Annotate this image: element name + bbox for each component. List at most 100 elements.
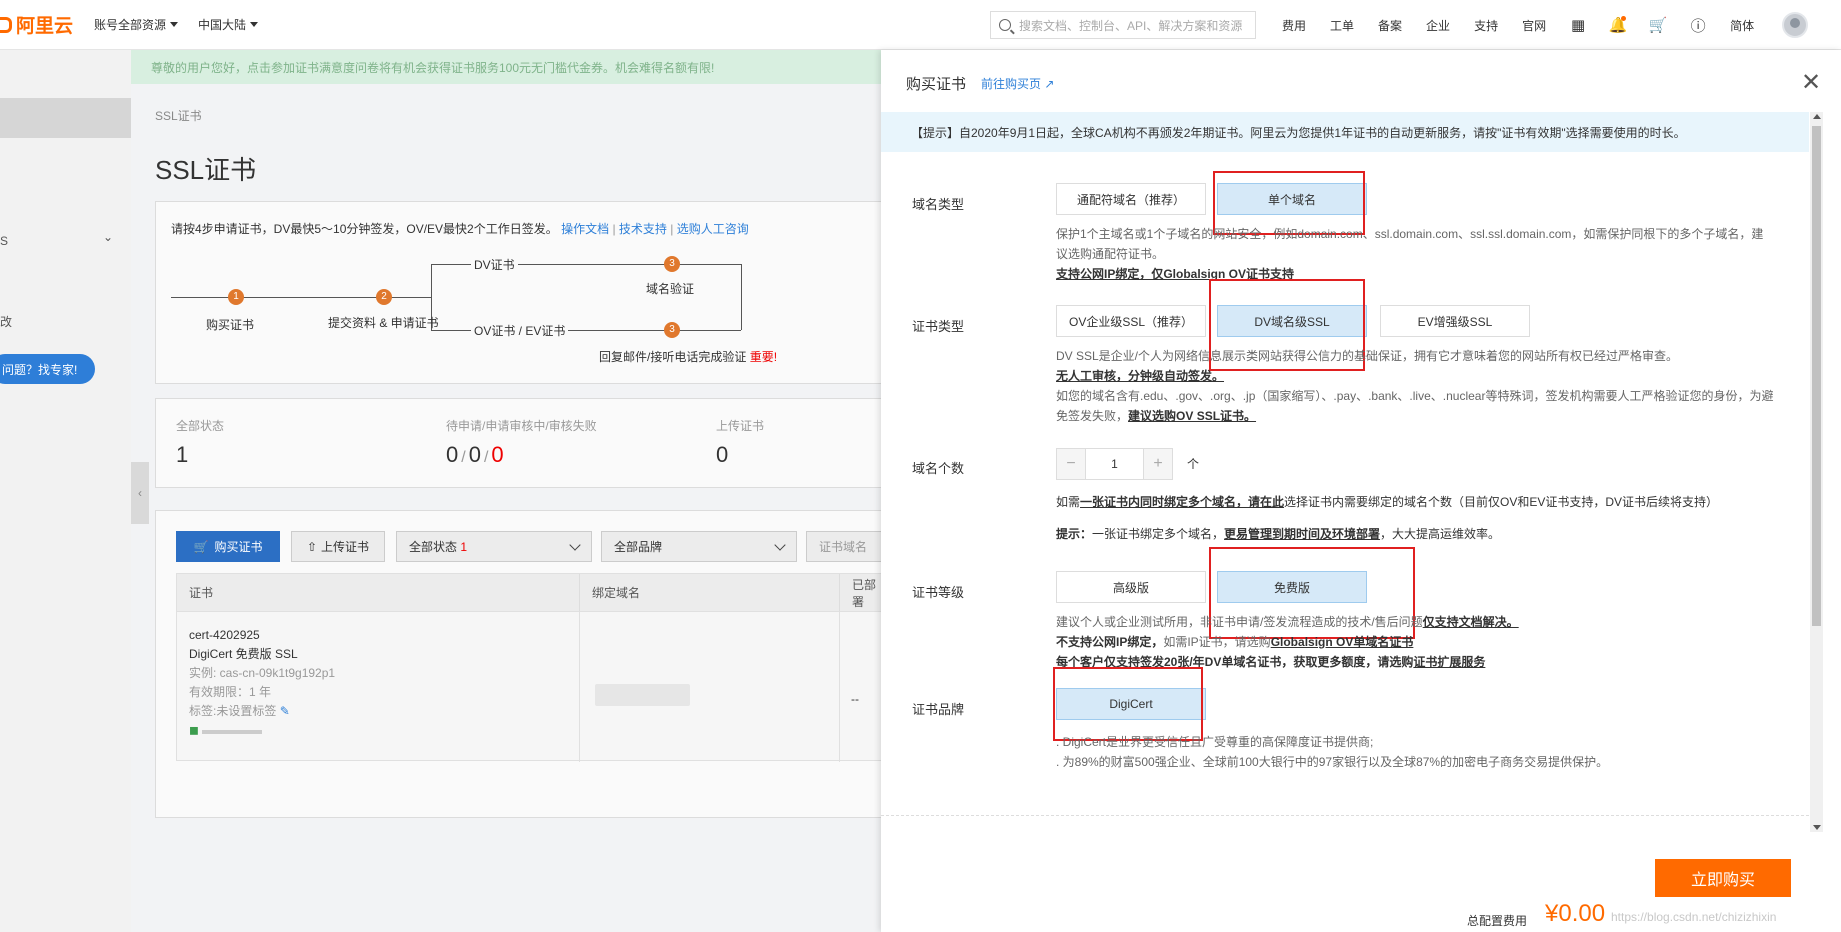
caret-down-icon <box>170 22 179 27</box>
link-consult[interactable]: 选购人工咨询 <box>677 222 749 236</box>
close-icon[interactable]: ✕ <box>1801 68 1821 97</box>
step-label-submit: 提交资料 & 申请证书 <box>328 316 439 330</box>
cert-table: 证书 绑定域名 已部署 cert-4202925 DigiCert 免费版 SS… <box>176 573 887 762</box>
option-ov-ssl[interactable]: OV企业级SSL（推荐） <box>1056 305 1206 337</box>
steps-card: 请按4步申请证书，DV最快5～10分钟签发，OV/EV最快2个工作日签发。 操作… <box>155 201 885 384</box>
nav-link-tickets[interactable]: 工单 <box>1318 17 1366 34</box>
option-advanced[interactable]: 高级版 <box>1056 571 1206 603</box>
decrement-button[interactable]: − <box>1057 449 1085 479</box>
stat-uploaded[interactable]: 上传证书 0 <box>716 417 764 468</box>
drawer-footer: 立即购买 总配置费用 ¥0.00 https://blog.csdn.net/c… <box>881 832 1841 932</box>
nav-link-support[interactable]: 支持 <box>1462 17 1510 34</box>
step-label-buy: 购买证书 <box>206 318 255 332</box>
blurred-domain <box>595 684 690 706</box>
cert-type-desc: DV SSL是企业/个人为网络信息展示类网站获得公信力的基础保证，拥有它才意味着… <box>1056 349 1774 423</box>
link-extension-service[interactable]: 证书扩展服务 <box>1413 655 1485 669</box>
upload-icon: ⇧ <box>306 539 318 554</box>
drawer-divider <box>881 815 1809 816</box>
page-title: SSL证书 <box>155 155 257 185</box>
dv-label: DV证书 <box>471 256 518 273</box>
total-cost-label: 总配置费用 <box>1467 914 1528 928</box>
external-link-icon: ↗ <box>1044 77 1055 91</box>
edit-icon[interactable]: ✎ <box>280 704 290 718</box>
cert-instance: 实例: cas-cn-09k1t9g192p1 <box>189 666 336 680</box>
top-navigation-bar: 阿里云 账号全部资源 中国大陆 搜索文档、控制台、API、解决方案和资源 费用 … <box>0 0 1841 50</box>
ask-expert-button[interactable]: 问题？找专家! <box>0 354 95 384</box>
breadcrumb[interactable]: SSL证书 <box>155 107 202 124</box>
table-header-domain: 绑定域名 <box>579 574 839 612</box>
table-row[interactable]: cert-4202925 DigiCert 免费版 SSL 实例: cas-cn… <box>189 626 335 740</box>
scroll-thumb[interactable] <box>1812 126 1821 626</box>
scroll-up-icon[interactable] <box>1813 114 1821 119</box>
ov-label: OV证书 / EV证书 <box>471 322 569 339</box>
nav-link-official-site[interactable]: 官网 <box>1510 17 1558 34</box>
shield-check-icon: ◼ <box>189 723 199 737</box>
step-line <box>171 297 431 298</box>
cart-icon: 🛒 <box>193 539 209 554</box>
status-bar <box>202 730 263 734</box>
sidebar-active-item[interactable] <box>0 98 131 138</box>
caret-down-icon <box>250 22 259 27</box>
drawer-scrollbar[interactable] <box>1810 112 1823 832</box>
step-number: 3 <box>664 256 680 272</box>
sidebar-item-gai[interactable]: 改 <box>0 313 12 330</box>
domain-count-tip: 提示：一张证书绑定多个域名，更易管理到期时间及环境部署，大大提高运维效率。 <box>1056 527 1501 541</box>
option-wildcard-domain[interactable]: 通配符域名（推荐） <box>1056 183 1206 215</box>
cert-level-desc: 建议个人或企业测试所用，非证书申请/签发流程造成的技术/售后问题仅支持文档解决。… <box>1056 615 1519 669</box>
chevron-down-icon[interactable]: ⌄ <box>103 230 113 244</box>
sidebar-item-s[interactable]: S <box>0 234 8 248</box>
account-resources-dropdown[interactable]: 账号全部资源 <box>86 16 186 33</box>
option-dv-ssl[interactable]: DV域名级SSL <box>1217 305 1367 337</box>
dv-step-label: 域名验证 <box>646 282 695 296</box>
aliyun-logo[interactable]: 阿里云 <box>0 11 80 38</box>
notification-dot <box>1621 16 1627 21</box>
brand-filter-select[interactable]: 全部品牌 <box>601 531 797 562</box>
scroll-down-icon[interactable] <box>1813 825 1821 830</box>
increment-button[interactable]: + <box>1144 449 1172 479</box>
link-globalsign[interactable]: Globalsign OV单域名证书 <box>1271 635 1414 649</box>
option-digicert[interactable]: DigiCert <box>1056 688 1206 720</box>
nav-link-fees[interactable]: 费用 <box>1270 17 1318 34</box>
nav-link-enterprise[interactable]: 企业 <box>1414 17 1462 34</box>
promo-banner[interactable]: 尊敬的用户您好，点击参加证书满意度问卷将有机会获得证书服务100元无门槛代金券。… <box>131 50 881 84</box>
region-dropdown[interactable]: 中国大陆 <box>190 16 266 33</box>
cert-list-card: 🛒 购买证书 ⇧ 上传证书 全部状态 1 全部品牌 证书域名 证书 绑定域名 已… <box>155 510 887 818</box>
user-avatar[interactable] <box>1782 12 1809 38</box>
domain-filter-input[interactable]: 证书域名 <box>806 531 886 562</box>
language-switch[interactable]: 简体 <box>1718 17 1766 34</box>
column-divider <box>579 612 580 762</box>
stat-pending[interactable]: 待申请/申请审核中/审核失败 0/0/0 <box>446 417 597 468</box>
link-tech-support[interactable]: 技术支持 <box>619 222 667 236</box>
nav-link-icp[interactable]: 备案 <box>1366 17 1414 34</box>
domain-type-desc: 保护1个主域名或1个子域名的网站安全，例如domain.com、ssl.doma… <box>1056 227 1764 281</box>
chevron-left-icon: ‹ <box>138 486 142 500</box>
cart-icon[interactable]: 🛒 <box>1638 0 1678 50</box>
option-ev-ssl[interactable]: EV增强级SSL <box>1380 305 1530 337</box>
help-icon[interactable]: ⓘ <box>1678 0 1718 50</box>
buy-page-link[interactable]: 前往购买页 ↗ <box>981 75 1054 92</box>
stat-all[interactable]: 全部状态 1 <box>176 417 224 468</box>
ov-step-label: 回复邮件/接听电话完成验证 重要! <box>599 350 778 364</box>
link-docs[interactable]: 操作文档 <box>561 222 609 236</box>
drawer-title: 购买证书 <box>906 76 967 93</box>
notice-tip: 【提示】自2020年9月1日起，全球CA机构不再颁发2年期证书。阿里云为您提供1… <box>881 112 1809 152</box>
step-number: 2 <box>376 289 392 305</box>
global-search-input[interactable]: 搜索文档、控制台、API、解决方案和资源 <box>990 11 1256 39</box>
status-filter-select[interactable]: 全部状态 1 <box>396 531 592 562</box>
chevron-down-icon <box>774 538 786 551</box>
cert-validity: 有效期限：1 年 <box>189 685 272 699</box>
link-ov-ssl[interactable]: 建议选购OV SSL证书。 <box>1128 409 1256 423</box>
step-number: 1 <box>228 289 244 305</box>
sidebar-collapse-handle[interactable]: ‹ <box>131 462 149 524</box>
search-icon <box>999 19 1011 31</box>
option-single-domain[interactable]: 单个域名 <box>1217 183 1367 215</box>
option-free[interactable]: 免费版 <box>1217 571 1367 603</box>
domain-count-input[interactable]: 1 <box>1085 449 1144 479</box>
bell-icon[interactable]: 🔔 <box>1598 0 1638 50</box>
cert-level-label: 证书等级 <box>912 585 965 600</box>
step-branch-right <box>741 264 742 330</box>
buy-cert-button[interactable]: 🛒 购买证书 <box>176 531 280 562</box>
buy-now-button[interactable]: 立即购买 <box>1655 859 1791 897</box>
terminal-icon[interactable]: ▦ <box>1558 0 1598 50</box>
upload-cert-button[interactable]: ⇧ 上传证书 <box>291 531 385 562</box>
